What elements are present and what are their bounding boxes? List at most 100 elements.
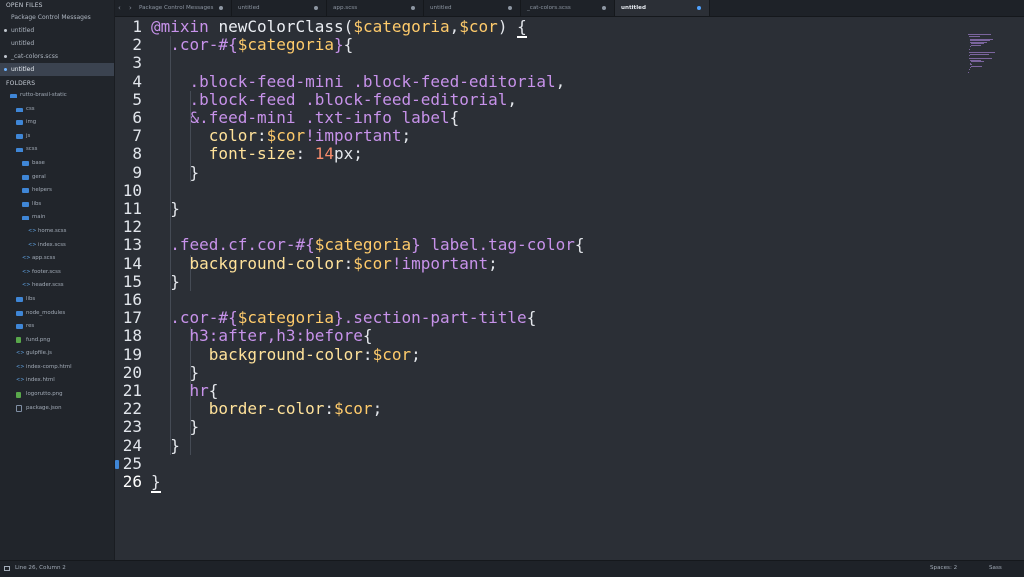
minimap[interactable] [962,17,1024,560]
tab-close-icon[interactable] [508,6,512,10]
tree-item[interactable]: geral [0,171,114,185]
tree-item[interactable]: <> index.html [0,374,114,388]
tree-item[interactable]: node_modules [0,307,114,321]
open-file-item[interactable]: untitled [0,37,114,50]
tree-item-label: img [26,119,37,126]
tree-item[interactable]: <> footer.scss [0,266,114,280]
line-number: 23 [122,417,142,437]
tab-label: untitled [238,5,260,11]
open-file-item[interactable]: untitled [0,63,114,76]
line-number: 22 [122,399,142,419]
code-token: ; [411,344,421,364]
code-token: !important [305,126,402,146]
tree-item[interactable]: <> index-comp.html [0,361,114,375]
folder-icon [16,310,23,316]
line-number-gutter: 1 2 3 4 5 6 7 8 9 10 11 12 13 14 15 16 17 18 19 20 21 22 23 24 2… [115,17,145,560]
open-files-list: Package Control Messages untitled untitled… [0,11,114,76]
tree-item[interactable]: fund.png [0,334,114,348]
code-token: : [343,253,354,273]
tree-item[interactable]: js [0,130,114,144]
code-line: background-color:$cor!important; [151,253,498,273]
tree-item-label: index.html [26,377,55,384]
tree-item-label: gulpfile.js [26,350,52,357]
indentation-setting[interactable]: Spaces: 2 [930,561,957,576]
editor-tab[interactable]: app.scss [327,0,424,16]
code-line: .feed.cf.cor-#{$categoria} label.tag-col… [151,235,584,254]
code-token: newColorClass [218,17,344,36]
code-token: } [151,199,180,218]
open-file-item[interactable]: _cat-colors.scss [0,50,114,63]
code-line: @mixin newColorClass($categoria,$cor) { [151,17,527,38]
tree-item[interactable]: <> gulpfile.js [0,347,114,361]
code-editor[interactable]: 1 2 3 4 5 6 7 8 9 10 11 12 13 14 15 16 17 18 19 20 21 22 23 24 2… [115,17,962,560]
folder-icon [16,133,23,139]
code-file-icon: <> [28,227,37,234]
code-token: ) [497,17,518,36]
editor-tab[interactable]: _cat-colors.scss [521,0,615,16]
tree-item[interactable]: css [0,103,114,117]
tree-item[interactable]: <> app.scss [0,252,114,266]
editor-tab[interactable]: Package Control Messages [133,0,232,16]
panel-toggle-icon[interactable] [4,566,10,571]
tree-item[interactable]: libs [0,293,114,307]
line-number: 10 [122,180,142,200]
code-file-icon: <> [16,350,25,357]
tab-close-icon[interactable] [411,6,415,10]
line-number: 26 [122,472,142,491]
code-line: } [151,200,180,218]
tree-item[interactable]: scss [0,143,114,157]
open-file-item[interactable]: untitled [0,24,114,37]
folder-icon [16,296,23,302]
line-number: 7 [132,126,142,146]
code-token: px; [334,144,363,164]
tree-item[interactable]: helpers [0,184,114,198]
tree-item-label: package.json [26,404,62,411]
line-number: 9 [132,162,142,182]
tree-item[interactable]: <> home.scss [0,225,114,239]
code-token: }.section-part-title [334,308,527,328]
code-token: } [151,417,200,437]
line-number: 14 [122,253,142,273]
tree-item-label: node_modules [26,309,66,316]
editor-tab[interactable]: untitled [615,0,710,16]
tree-item[interactable]: main [0,211,114,225]
tree-item[interactable]: rutto-brasil-static [0,89,114,103]
code-token: ; [372,399,383,419]
tab-label: app.scss [333,5,358,11]
code-line: } [151,417,200,437]
editor-tab[interactable]: untitled [232,0,327,16]
open-file-item[interactable]: Package Control Messages [0,11,114,24]
tab-close-icon[interactable] [219,6,223,10]
code-line: font-size: 14px; [151,145,363,163]
tree-item[interactable]: <> header.scss [0,279,114,293]
image-file-icon [16,337,21,344]
code-token: } [151,162,200,182]
tree-item[interactable]: img [0,116,114,130]
minimap-line [969,55,970,56]
minimap-line [971,61,985,62]
code-token: , [555,71,566,91]
tree-item[interactable]: libs [0,198,114,212]
code-line: } [151,363,200,382]
code-line: } [151,162,200,182]
tree-item-label: logorutto.png [26,391,63,398]
line-number: 12 [122,217,142,237]
tree-item[interactable]: logorutto.png [0,388,114,402]
tree-item[interactable]: package.json [0,402,114,416]
line-number: 16 [122,290,142,309]
tab-close-icon[interactable] [697,6,701,10]
code-file-icon: <> [22,282,31,289]
tab-close-icon[interactable] [314,6,318,10]
code-token: 14 [314,144,335,164]
tree-item[interactable]: base [0,157,114,171]
code-token: $categoria [237,35,335,55]
tree-item[interactable]: res [0,320,114,334]
tree-item[interactable]: <> index.scss [0,239,114,253]
code-token: $categoria [237,308,335,328]
tab-close-icon[interactable] [602,6,606,10]
syntax-selector[interactable]: Sass [989,561,1002,576]
editor-tab[interactable]: untitled [424,0,521,16]
